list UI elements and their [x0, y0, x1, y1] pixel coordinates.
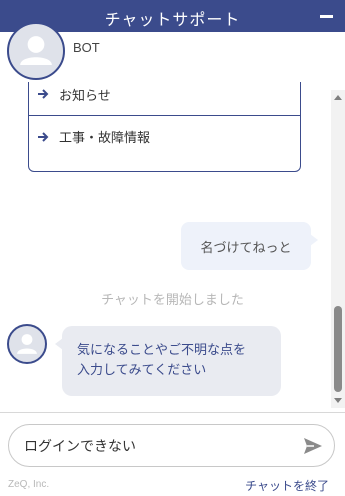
- chat-scrollbar[interactable]: [331, 90, 345, 408]
- arrow-right-icon: [38, 131, 49, 142]
- input-divider: [0, 412, 345, 413]
- menu-item-maintenance[interactable]: 工事・故障情報: [29, 115, 300, 157]
- chat-history[interactable]: お知らせ 工事・故障情報 名づけてねっと チャットを開始しました 気になることや…: [0, 82, 345, 410]
- scroll-down-icon[interactable]: [334, 398, 342, 403]
- menu-item-label: お知らせ: [59, 88, 111, 104]
- message-input[interactable]: [24, 435, 284, 457]
- bot-message-line: 入力してみてください: [77, 363, 207, 378]
- bot-name: BOT: [73, 40, 100, 55]
- arrow-right-icon: [38, 89, 49, 99]
- menu-item-label: 工事・故障情報: [59, 131, 151, 146]
- minimize-icon[interactable]: [320, 10, 333, 23]
- scroll-up-icon[interactable]: [334, 95, 342, 100]
- bot-message-bubble: 気になることやご不明な点を 入力してみてください: [55, 326, 281, 396]
- system-message: チャットを開始しました: [101, 293, 244, 308]
- user-message-bubble: 名づけてねっと: [181, 222, 318, 270]
- bot-avatar-icon: [7, 324, 47, 364]
- bot-message-line: 気になることやご不明な点を: [77, 343, 247, 358]
- bot-avatar-icon: [7, 22, 65, 80]
- message-input-container: [8, 424, 335, 467]
- menu-item-news[interactable]: お知らせ: [29, 82, 300, 115]
- quick-menu: お知らせ 工事・故障情報: [28, 82, 301, 172]
- send-icon[interactable]: [302, 435, 324, 457]
- end-chat-link[interactable]: チャットを終了: [245, 477, 329, 494]
- scroll-thumb[interactable]: [334, 306, 342, 392]
- brand-label: ZeQ, Inc.: [8, 479, 50, 490]
- bot-profile: BOT: [0, 22, 345, 82]
